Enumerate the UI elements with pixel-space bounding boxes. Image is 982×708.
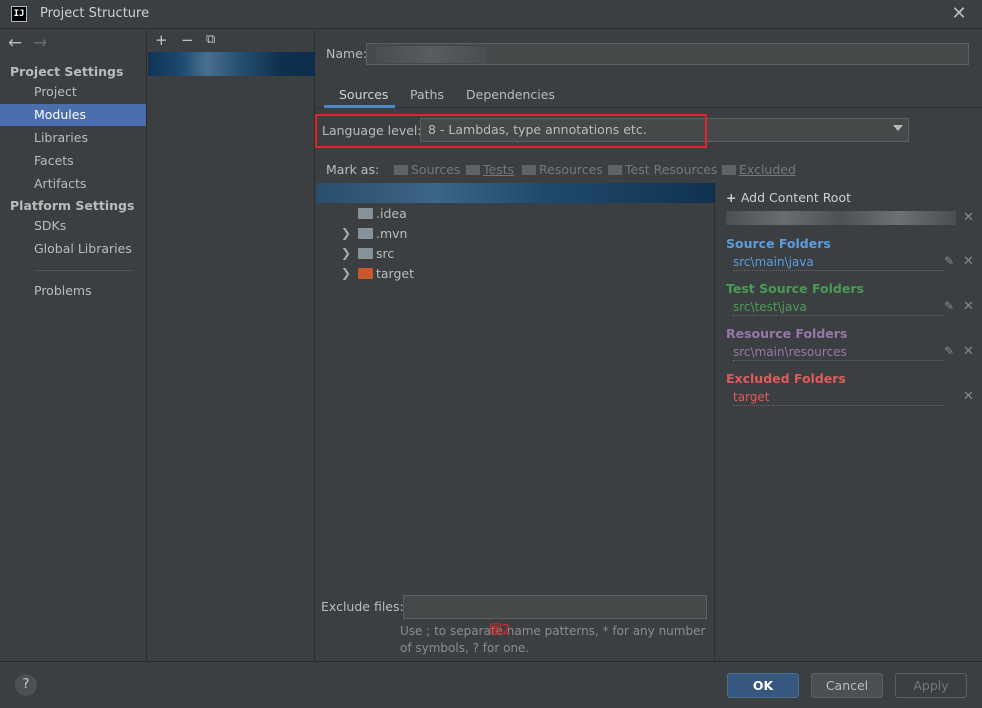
sidebar-item-global-libraries[interactable]: Global Libraries xyxy=(0,238,146,260)
module-list-panel: + − ⧉ xyxy=(148,30,315,661)
sidebar-item-sdks[interactable]: SDKs xyxy=(0,215,146,237)
apply-button[interactable]: Apply xyxy=(895,673,967,698)
tree-item-target[interactable]: target xyxy=(376,266,414,281)
help-icon[interactable]: ? xyxy=(15,674,37,696)
resource-folders-title: Resource Folders xyxy=(726,326,848,341)
resource-folder-path[interactable]: src\main\resources xyxy=(733,345,943,361)
excluded-folder-icon xyxy=(358,268,373,279)
remove-icon[interactable]: ✕ xyxy=(963,299,974,314)
edit-icon[interactable]: ✎ xyxy=(944,344,954,358)
sidebar-item-problems[interactable]: Problems xyxy=(0,280,146,302)
redacted-content-root-path xyxy=(726,211,956,225)
forward-arrow-icon[interactable]: → xyxy=(33,34,47,52)
platform-settings-header: Platform Settings xyxy=(10,198,135,213)
resources-folder-icon xyxy=(522,165,536,175)
excluded-folder-path[interactable]: target xyxy=(733,390,943,406)
footer-divider xyxy=(0,661,982,662)
sidebar-item-project[interactable]: Project xyxy=(0,81,146,103)
add-module-icon[interactable]: + xyxy=(155,32,168,48)
intellij-app-icon: IJ xyxy=(11,6,27,22)
annotation-highlight-box xyxy=(315,114,707,148)
chevron-right-icon[interactable]: ❯ xyxy=(341,266,351,280)
mark-as-resources-label: Resources xyxy=(539,162,603,177)
redacted-module-name xyxy=(376,46,486,63)
module-list-item-selected[interactable] xyxy=(148,52,315,76)
mark-as-test-resources-button[interactable]: Test Resources xyxy=(608,162,717,177)
active-tab-indicator xyxy=(324,105,395,108)
remove-icon[interactable]: ✕ xyxy=(963,389,974,404)
mark-as-sources-label: Sources xyxy=(411,162,461,177)
exclude-files-label: Exclude files: xyxy=(321,599,404,614)
plus-icon: + xyxy=(726,190,741,205)
source-folders-title: Source Folders xyxy=(726,236,831,251)
mark-as-resources-button[interactable]: Resources xyxy=(522,162,603,177)
exclude-help-line-2: of symbols, ? for one. xyxy=(400,641,530,655)
folder-icon xyxy=(358,228,373,239)
window-title: Project Structure xyxy=(40,6,150,21)
excluded-folder-icon xyxy=(722,165,736,175)
exclude-help-line-1: Use ; to separate name patterns, * for a… xyxy=(400,624,706,638)
chevron-right-icon[interactable]: ❯ xyxy=(341,226,351,240)
mark-as-tests-button[interactable]: Tests xyxy=(466,162,514,177)
mark-as-sources-button[interactable]: Sources xyxy=(394,162,460,177)
folder-icon xyxy=(358,248,373,259)
tree-item-mvn[interactable]: .mvn xyxy=(376,226,407,241)
sidebar-item-artifacts[interactable]: Artifacts xyxy=(0,173,146,195)
mark-as-excluded-button[interactable]: Excluded xyxy=(722,162,796,177)
test-resources-folder-icon xyxy=(608,165,622,175)
excluded-folders-title: Excluded Folders xyxy=(726,371,846,386)
tree-item-src[interactable]: src xyxy=(376,246,394,261)
tabs-divider xyxy=(316,107,982,108)
tree-item-idea[interactable]: .idea xyxy=(376,206,407,221)
exclude-files-input[interactable] xyxy=(403,595,707,619)
sidebar-divider xyxy=(34,270,134,271)
mark-as-excluded-label: Excluded xyxy=(739,162,796,177)
cancel-button[interactable]: Cancel xyxy=(811,673,883,698)
tab-dependencies[interactable]: Dependencies xyxy=(466,87,555,102)
copy-module-icon[interactable]: ⧉ xyxy=(206,32,215,48)
name-label: Name: xyxy=(326,46,368,61)
remove-module-icon[interactable]: − xyxy=(181,32,194,48)
folder-icon xyxy=(358,208,373,219)
exclude-files-help: Use ; to separate name patterns, * for a… xyxy=(400,623,710,657)
source-folder-path[interactable]: src\main\java xyxy=(733,255,943,271)
mark-as-test-resources-label: Test Resources xyxy=(625,162,718,177)
remove-content-root-icon[interactable]: ✕ xyxy=(963,210,974,225)
tab-paths[interactable]: Paths xyxy=(410,87,444,102)
mark-as-label: Mark as: xyxy=(326,162,380,177)
ok-button[interactable]: OK xyxy=(727,673,799,698)
add-content-root-button[interactable]: + Add Content Root xyxy=(726,190,851,205)
edit-icon[interactable]: ✎ xyxy=(944,299,954,313)
remove-icon[interactable]: ✕ xyxy=(963,344,974,359)
back-arrow-icon[interactable]: ← xyxy=(8,34,22,52)
sidebar-item-libraries[interactable]: Libraries xyxy=(0,127,146,149)
test-source-folders-title: Test Source Folders xyxy=(726,281,864,296)
add-content-root-label: Add Content Root xyxy=(740,190,852,205)
mark-as-tests-label: Tests xyxy=(483,162,515,177)
chevron-right-icon[interactable]: ❯ xyxy=(341,246,351,260)
sources-folder-icon xyxy=(394,165,408,175)
sidebar-item-facets[interactable]: Facets xyxy=(0,150,146,172)
tab-sources[interactable]: Sources xyxy=(339,87,388,102)
tree-root-row[interactable] xyxy=(316,183,715,203)
test-source-folder-path[interactable]: src\test\java xyxy=(733,300,943,316)
figure-annotation-label: 图2 xyxy=(489,623,511,638)
tests-folder-icon xyxy=(466,165,480,175)
close-icon[interactable]: ✕ xyxy=(949,3,969,25)
chevron-down-icon xyxy=(893,125,903,131)
project-settings-header: Project Settings xyxy=(10,64,124,79)
sidebar-item-modules[interactable]: Modules xyxy=(0,104,146,126)
edit-icon[interactable]: ✎ xyxy=(944,254,954,268)
remove-icon[interactable]: ✕ xyxy=(963,254,974,269)
